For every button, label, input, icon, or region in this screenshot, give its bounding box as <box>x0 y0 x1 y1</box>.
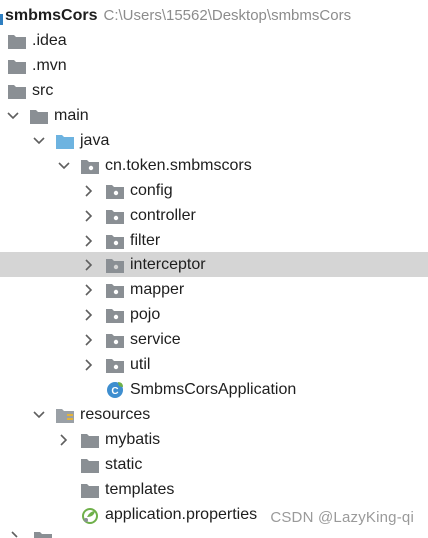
tree-item-service[interactable]: service <box>0 327 428 352</box>
folder-icon <box>8 32 26 50</box>
chevron-right-icon[interactable] <box>57 433 71 447</box>
tree-item-static[interactable]: static <box>0 452 428 477</box>
tree-item-mybatis[interactable]: mybatis <box>0 427 428 452</box>
tree-item-label: pojo <box>130 306 161 323</box>
watermark: CSDN @LazyKing-qi <box>270 509 414 526</box>
chevron-right-icon[interactable] <box>82 358 96 372</box>
source-folder-icon <box>56 132 74 150</box>
tree-item-label: .idea <box>32 32 67 49</box>
package-icon <box>106 331 124 349</box>
project-path: C:\Users\15562\Desktop\smbmsCors <box>103 7 352 24</box>
tree-item-label: mybatis <box>105 431 161 448</box>
chevron-down-icon[interactable] <box>57 159 71 173</box>
tree-item-resources[interactable]: resources <box>0 402 428 427</box>
folder-icon <box>81 431 99 449</box>
package-icon <box>81 157 99 175</box>
tree-item-src[interactable]: src <box>0 78 428 103</box>
tree-item-config[interactable]: config <box>0 178 428 203</box>
chevron-down-icon[interactable] <box>32 408 46 422</box>
tree-item-label: interceptor <box>130 256 206 273</box>
package-icon <box>106 306 124 324</box>
folder-icon <box>8 82 26 100</box>
tree-item-label: controller <box>130 207 196 224</box>
root-marker <box>0 14 3 25</box>
resource-folder-icon <box>56 406 74 424</box>
chevron-right-icon[interactable] <box>82 258 96 272</box>
project-name: smbmsCors <box>5 6 98 24</box>
tree-item-app-class[interactable]: C SmbmsCorsApplication <box>0 377 428 402</box>
folder-icon <box>81 456 99 474</box>
tree-item-label: service <box>130 331 181 348</box>
package-icon <box>106 281 124 299</box>
tree-item-filter[interactable]: filter <box>0 228 428 253</box>
tree-item-label: application.properties <box>105 506 258 523</box>
tree-item-idea[interactable]: .idea <box>0 28 428 53</box>
chevron-down-icon[interactable] <box>32 134 46 148</box>
spring-properties-icon <box>81 506 99 524</box>
svg-text:C: C <box>111 386 118 397</box>
chevron-down-icon[interactable] <box>6 109 20 123</box>
tree-item-partial <box>0 530 428 538</box>
tree-item-label: main <box>54 107 89 124</box>
tree-item-java[interactable]: java <box>0 128 428 153</box>
tree-item-label: .mvn <box>32 57 67 74</box>
tree-item-package[interactable]: cn.token.smbmscors <box>0 153 428 178</box>
tree-item-label: SmbmsCorsApplication <box>130 381 297 398</box>
tree-item-label: filter <box>130 232 161 249</box>
tree-item-util[interactable]: util <box>0 352 428 377</box>
tree-item-label: resources <box>80 406 151 423</box>
tree-item-pojo[interactable]: pojo <box>0 302 428 327</box>
package-icon <box>106 182 124 200</box>
project-tree: smbmsCors C:\Users\15562\Desktop\smbmsCo… <box>0 0 428 538</box>
chevron-right-icon[interactable] <box>82 283 96 297</box>
tree-item-mvn[interactable]: .mvn <box>0 53 428 78</box>
tree-item-label: static <box>105 456 143 473</box>
tree-item-label: templates <box>105 481 175 498</box>
folder-icon <box>30 107 48 125</box>
package-icon <box>106 256 124 274</box>
tree-item-label: java <box>80 132 110 149</box>
chevron-right-icon[interactable] <box>82 234 96 248</box>
tree-item-templates[interactable]: templates <box>0 477 428 502</box>
tree-item-interceptor[interactable]: interceptor <box>0 252 428 277</box>
tree-item-controller[interactable]: controller <box>0 203 428 228</box>
chevron-right-icon[interactable] <box>82 308 96 322</box>
package-icon <box>106 356 124 374</box>
folder-icon <box>81 481 99 499</box>
package-icon <box>106 207 124 225</box>
folder-icon <box>8 57 26 75</box>
chevron-right-icon[interactable] <box>82 184 96 198</box>
tree-item-label: mapper <box>130 281 185 298</box>
tree-item-main[interactable]: main <box>0 103 428 128</box>
tree-item-label: cn.token.smbmscors <box>105 157 252 174</box>
tree-item-label: config <box>130 182 173 199</box>
chevron-right-icon[interactable] <box>82 333 96 347</box>
tree-item-label: src <box>32 82 54 99</box>
spring-class-icon: C <box>106 381 124 399</box>
tree-item-mapper[interactable]: mapper <box>0 277 428 302</box>
chevron-right-icon[interactable] <box>82 209 96 223</box>
tree-root-row[interactable]: smbmsCors C:\Users\15562\Desktop\smbmsCo… <box>0 3 428 28</box>
package-icon <box>106 232 124 250</box>
tree-item-label: util <box>130 356 151 373</box>
